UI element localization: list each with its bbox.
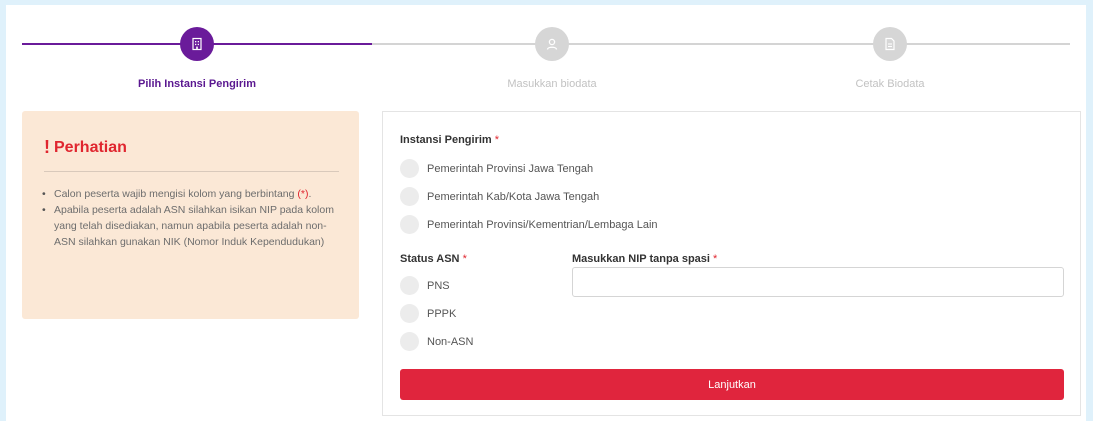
step-cetak-biodata[interactable]: Cetak Biodata: [790, 27, 990, 90]
notice-list: Calon peserta wajib mengisi kolom yang b…: [42, 186, 339, 250]
instansi-label: Instansi Pengirim *: [400, 134, 500, 146]
required-mark: (*): [297, 188, 309, 200]
radio-status-non-asn[interactable]: Non-ASN: [400, 332, 473, 351]
radio-button[interactable]: [400, 332, 419, 351]
notice-panel: ! Perhatian Calon peserta wajib mengisi …: [22, 111, 359, 319]
radio-button[interactable]: [400, 215, 419, 234]
page: Pilih Instansi Pengirim Masukkan biodata…: [6, 5, 1086, 421]
building-icon: [192, 37, 202, 51]
notice-title: Perhatian: [54, 138, 127, 156]
step-1-circle: [180, 27, 214, 61]
user-icon: [546, 38, 558, 50]
notice-heading: ! Perhatian: [44, 137, 339, 158]
radio-label: Pemerintah Provinsi Jawa Tengah: [427, 162, 594, 175]
radio-status-pns[interactable]: PNS: [400, 276, 450, 295]
notice-item-nip: Apabila peserta adalah ASN silahkan isik…: [42, 202, 339, 250]
nip-label: Masukkan NIP tanpa spasi *: [572, 253, 718, 265]
document-icon: [885, 37, 895, 51]
radio-instansi-lain[interactable]: Pemerintah Provinsi/Kementrian/Lembaga L…: [400, 215, 658, 234]
step-1-label: Pilih Instansi Pengirim: [138, 78, 256, 90]
radio-label: Pemerintah Kab/Kota Jawa Tengah: [427, 190, 600, 203]
step-2-circle: [535, 27, 569, 61]
exclamation-icon: !: [44, 137, 50, 157]
nip-input[interactable]: [572, 267, 1064, 297]
notice-item-required: Calon peserta wajib mengisi kolom yang b…: [42, 186, 339, 202]
radio-label: PPPK: [427, 307, 457, 320]
radio-label: PNS: [427, 279, 450, 292]
lanjutkan-button[interactable]: Lanjutkan: [400, 369, 1064, 400]
radio-button[interactable]: [400, 304, 419, 323]
radio-label: Pemerintah Provinsi/Kementrian/Lembaga L…: [427, 218, 658, 231]
radio-instansi-kabkota[interactable]: Pemerintah Kab/Kota Jawa Tengah: [400, 187, 599, 206]
notice-divider: [44, 171, 339, 172]
step-3-circle: [873, 27, 907, 61]
stepper: Pilih Instansi Pengirim Masukkan biodata…: [6, 5, 1086, 105]
step-masukkan-biodata[interactable]: Masukkan biodata: [452, 27, 652, 90]
step-3-label: Cetak Biodata: [855, 78, 925, 90]
step-pilih-instansi[interactable]: Pilih Instansi Pengirim: [97, 27, 297, 90]
radio-button[interactable]: [400, 276, 419, 295]
radio-label: Non-ASN: [427, 335, 474, 348]
step-2-label: Masukkan biodata: [507, 78, 597, 90]
radio-instansi-provinsi[interactable]: Pemerintah Provinsi Jawa Tengah: [400, 159, 593, 178]
form-card: Instansi Pengirim * Pemerintah Provinsi …: [382, 111, 1081, 416]
radio-button[interactable]: [400, 187, 419, 206]
radio-status-pppk[interactable]: PPPK: [400, 304, 456, 323]
status-asn-label: Status ASN *: [400, 253, 467, 265]
radio-button[interactable]: [400, 159, 419, 178]
